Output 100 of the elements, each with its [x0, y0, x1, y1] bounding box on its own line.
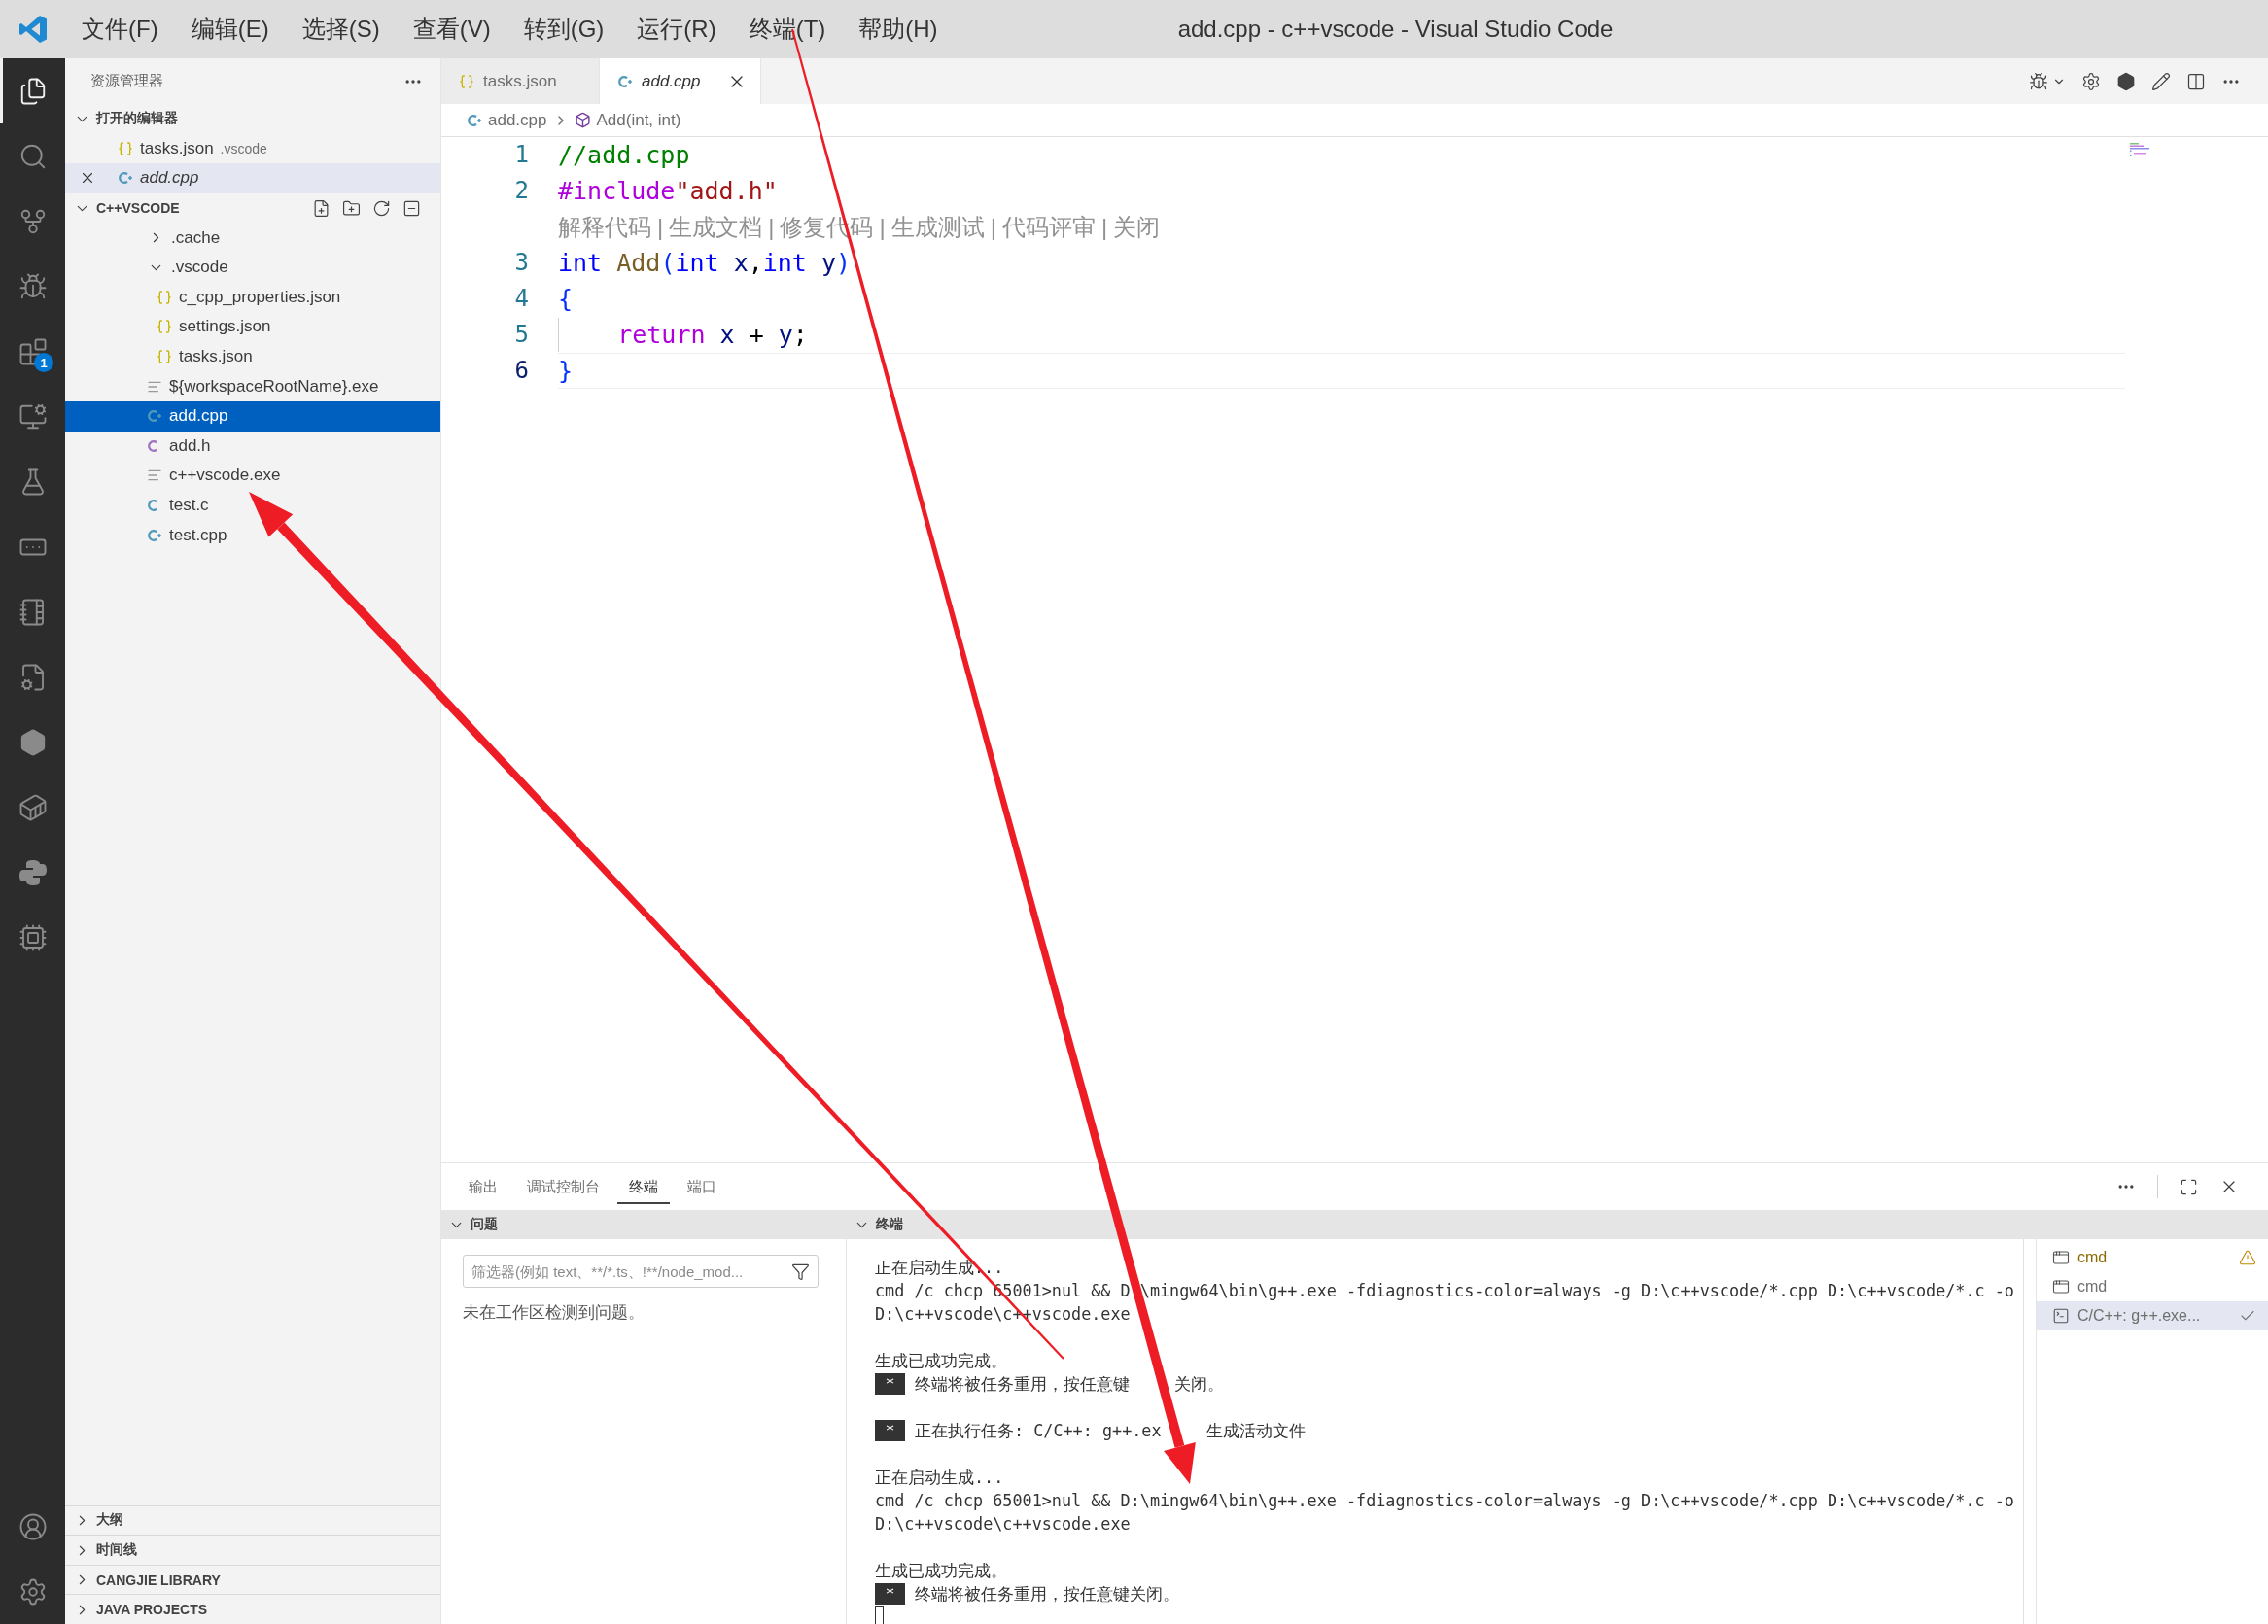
section-header[interactable]: 打开的编辑器: [65, 104, 440, 134]
separator: |: [989, 213, 997, 242]
separator: |: [767, 213, 776, 242]
filter-field[interactable]: 筛选器(例如 text、**/*.ts、!**/node_mod...: [463, 1255, 819, 1288]
terminal-icon: [2052, 1307, 2070, 1325]
terminal-session[interactable]: C/C++: g++.exe...: [2037, 1301, 2268, 1330]
terminal-line: 生成已成功完成。: [875, 1560, 1008, 1582]
warning-icon: [2239, 1249, 2256, 1266]
chip-icon[interactable]: [17, 922, 48, 952]
braces-icon: [459, 73, 474, 89]
bug-icon[interactable]: [17, 271, 48, 301]
file-item[interactable]: c++vscode.exe: [65, 461, 440, 491]
terminal-line: 正在启动生成...: [875, 1467, 1005, 1489]
line-number: 6: [513, 356, 529, 386]
terminal-line: 终端将被任务重用，按任意键: [915, 1373, 1130, 1396]
task-badge: *: [875, 1583, 905, 1605]
code-line: #include"add.h": [558, 176, 779, 207]
split-editor-icon[interactable]: [2186, 71, 2206, 91]
section-header[interactable]: 大纲: [65, 1504, 440, 1536]
count-badge: 1: [34, 353, 53, 372]
line-number: 5: [513, 320, 529, 350]
activity-item[interactable]: 1: [0, 319, 65, 384]
editor-tab[interactable]: tasks.json: [441, 58, 600, 104]
cpp-file-icon: [118, 170, 133, 187]
editor-tab[interactable]: add.cpp: [600, 58, 761, 104]
file-item[interactable]: add.h: [65, 431, 440, 462]
terminal-line: cmd /c chcp 65001>nul && D:\mingw64\bin\g++.exe -fdiagnostics-color=always -g D:\c++vscode/*.cpp D:\c++vscode/*.c -o: [875, 1490, 2015, 1512]
panel-tab[interactable]: 输出: [457, 1169, 509, 1204]
breadcrumb-item[interactable]: add.cpp: [467, 110, 547, 130]
line-number: 2: [513, 176, 529, 206]
panel-tab[interactable]: 终端: [617, 1169, 670, 1204]
maximize-icon[interactable]: [2180, 1177, 2198, 1196]
new-folder-icon[interactable]: [342, 198, 361, 218]
separator: |: [656, 213, 665, 242]
code-line: }: [558, 353, 2125, 389]
line-number: 4: [513, 284, 529, 314]
terminal-line: 生成已成功完成。: [875, 1350, 1008, 1372]
settings-icon[interactable]: [2081, 71, 2101, 91]
file-item[interactable]: add.cpp: [65, 400, 440, 432]
file-item[interactable]: test.cpp: [65, 520, 440, 550]
empty-message: 未在工作区检测到问题。: [463, 1302, 646, 1324]
terminal-session[interactable]: cmd: [2037, 1272, 2268, 1301]
menu-item[interactable]: 转到(G): [506, 14, 621, 45]
terminal-session[interactable]: cmd: [2037, 1243, 2268, 1272]
breadcrumb-item[interactable]: Add(int, int): [574, 110, 681, 130]
code-line: int Add(int x,int y): [558, 248, 853, 279]
pane-header[interactable]: 终端: [847, 1210, 2268, 1239]
open-editor-item[interactable]: tasks.json .vscode: [65, 133, 440, 164]
menu-item[interactable]: 编辑(E): [174, 14, 286, 45]
window-icon: [2052, 1278, 2070, 1296]
minimap-drawing: [2130, 143, 2151, 156]
panel-tab[interactable]: 端口: [676, 1169, 728, 1204]
file-item[interactable]: ${workspaceRootName}.exe: [65, 371, 440, 401]
ribbon-logo-icon[interactable]: [17, 14, 49, 45]
bug-icon[interactable]: [2029, 71, 2048, 91]
file-item[interactable]: settings.json: [65, 312, 440, 342]
folder-item[interactable]: .vscode: [65, 252, 440, 283]
container-icon[interactable]: [17, 792, 48, 822]
refresh-icon[interactable]: [372, 198, 391, 218]
separator: |: [1099, 213, 1109, 242]
pane-header[interactable]: 问题: [441, 1210, 846, 1239]
menu-item[interactable]: 选择(S): [285, 14, 397, 45]
code-line: {: [558, 284, 575, 315]
terminal-cursor: [875, 1606, 884, 1624]
pencil-icon[interactable]: [2151, 71, 2171, 91]
terminal-line: 关闭。: [1174, 1373, 1224, 1396]
menu-item[interactable]: 运行(R): [620, 14, 733, 45]
separator: |: [878, 213, 887, 242]
menu-item[interactable]: 终端(T): [732, 14, 843, 45]
braces-icon: [157, 289, 172, 305]
code-line: //add.cpp: [558, 140, 691, 171]
collapse-icon[interactable]: [402, 198, 421, 218]
filter-icon[interactable]: [791, 1261, 810, 1281]
section-header[interactable]: C++VSCODE: [65, 192, 440, 224]
task-badge: *: [875, 1420, 905, 1441]
hexagon-icon[interactable]: [2116, 71, 2136, 91]
section-header[interactable]: 时间线: [65, 1535, 440, 1565]
code-line: return x + y;: [558, 317, 2125, 353]
terminal-line: 正在执行任务: C/C++: g++.ex: [915, 1420, 1162, 1442]
panel-tab[interactable]: 调试控制台: [515, 1169, 611, 1204]
terminal-line: 终端将被任务重用，按任意键关闭。: [915, 1583, 1179, 1606]
monitor-gear-icon[interactable]: [17, 401, 48, 432]
file-item[interactable]: c_cpp_properties.json: [65, 282, 440, 313]
menu-item[interactable]: 文件(F): [65, 14, 175, 45]
file-item[interactable]: test.c: [65, 490, 440, 521]
folder-item[interactable]: .cache: [65, 223, 440, 253]
new-file-icon[interactable]: [312, 198, 331, 218]
menu-item[interactable]: 帮助(H): [842, 14, 955, 45]
terminal-line: 正在启动生成...: [875, 1257, 1005, 1279]
blocks-icon[interactable]: [17, 336, 48, 366]
cpp-file-icon: [147, 408, 162, 425]
section-header[interactable]: JAVA PROJECTS: [65, 1594, 440, 1624]
open-editor-item[interactable]: add.cpp: [65, 163, 440, 193]
terminal-line: D:\c++vscode\c++vscode.exe: [875, 1513, 1132, 1536]
menu-item[interactable]: 查看(V): [396, 14, 507, 45]
file-item[interactable]: tasks.json: [65, 341, 440, 372]
cpp-file-icon: [147, 527, 162, 543]
window-title: add.cpp - c++vscode - Visual Studio Code: [1177, 16, 1614, 43]
account-icon[interactable]: [17, 1511, 48, 1541]
section-header[interactable]: CANGJIE LIBRARY: [65, 1564, 440, 1595]
